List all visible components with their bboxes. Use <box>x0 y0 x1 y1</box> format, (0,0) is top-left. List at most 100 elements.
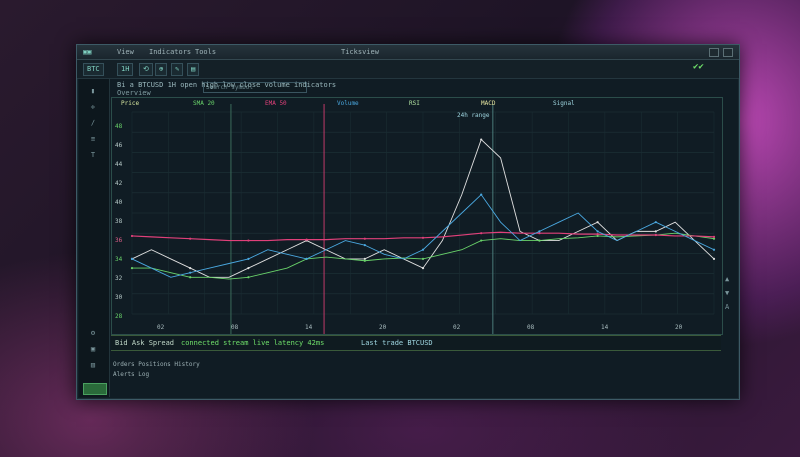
data-point[interactable] <box>130 266 134 270</box>
data-point[interactable] <box>421 257 425 261</box>
connect-button[interactable] <box>83 383 107 395</box>
data-point[interactable] <box>421 248 425 251</box>
timeframe-select[interactable]: 1H <box>117 63 134 76</box>
data-point[interactable] <box>247 266 250 270</box>
y-axis-label: 44 <box>115 161 123 168</box>
y-axis-label: 36 <box>115 237 123 244</box>
data-point[interactable] <box>538 239 541 242</box>
data-point[interactable] <box>189 271 192 274</box>
x-axis-label: 14 <box>305 324 313 331</box>
bottom-tabs-secondary[interactable]: Alerts Log <box>113 371 149 378</box>
data-point[interactable] <box>305 238 308 241</box>
status-bar: Bid Ask Spread connected stream live lat… <box>111 335 721 351</box>
app-logo: ▣▣ <box>83 48 92 56</box>
x-axis-label: 08 <box>231 324 239 331</box>
scale-down-icon[interactable]: ▼ <box>725 289 729 297</box>
legend-item[interactable]: Volume <box>337 100 359 110</box>
data-point[interactable] <box>130 257 134 261</box>
close-icon[interactable] <box>723 48 733 57</box>
menu-item-tools[interactable]: Tools <box>195 45 216 59</box>
x-axis-label: 20 <box>379 324 387 331</box>
minimize-icon[interactable] <box>709 48 719 57</box>
y-axis-label: 46 <box>115 142 123 149</box>
cursor-icon[interactable]: ▮ <box>87 87 99 96</box>
data-point[interactable] <box>421 236 425 239</box>
y-axis-label: 32 <box>115 275 123 282</box>
data-point[interactable] <box>189 266 192 270</box>
window-title: Ticksview <box>341 48 379 56</box>
data-point[interactable] <box>480 193 483 196</box>
data-point[interactable] <box>712 257 716 261</box>
data-point[interactable] <box>305 257 308 261</box>
data-point[interactable] <box>247 276 250 279</box>
x-axis-label: 08 <box>527 324 535 331</box>
left-toolbar: ▮ ✛ ∕ ≡ T ⚙ ▣ ▥ <box>79 79 110 397</box>
settings-icon[interactable]: ⚙ <box>87 329 99 338</box>
data-point[interactable] <box>421 266 425 270</box>
legend-item[interactable]: Price <box>121 100 139 110</box>
y-axis-label: 28 <box>115 313 123 320</box>
zoom-in-icon[interactable]: ⊕ <box>155 63 168 76</box>
text-tool-icon[interactable]: T <box>87 151 99 160</box>
lock-icon[interactable]: ▣ <box>87 345 99 354</box>
data-point[interactable] <box>189 276 192 279</box>
menu-item-view[interactable]: View <box>117 45 134 59</box>
bottom-tabs[interactable]: Orders Positions History <box>113 361 200 368</box>
legend-item[interactable]: RSI <box>409 100 420 110</box>
data-point[interactable] <box>363 259 366 262</box>
data-point[interactable] <box>247 257 250 261</box>
draw-tool-icon[interactable]: ✎ <box>171 63 184 76</box>
data-point[interactable] <box>654 230 657 233</box>
chart-area[interactable] <box>111 97 723 335</box>
menu-item-indicators[interactable]: Indicators <box>149 45 191 59</box>
symbol-field[interactable]: BTC <box>83 63 104 76</box>
data-point[interactable] <box>247 239 250 242</box>
data-point[interactable] <box>480 239 483 242</box>
ok-icon: ✔✔ <box>693 62 704 72</box>
data-point[interactable] <box>130 234 134 238</box>
data-point[interactable] <box>596 221 599 224</box>
y-axis-label: 38 <box>115 218 123 225</box>
overview-label: Overview <box>117 89 151 97</box>
data-point[interactable] <box>189 237 192 240</box>
data-point[interactable] <box>654 233 657 237</box>
trendline-icon[interactable]: ∕ <box>87 119 99 128</box>
crosshair-icon[interactable]: ✛ <box>87 103 99 112</box>
data-point[interactable] <box>538 230 541 233</box>
app-window: ▣▣ View Indicators Tools Ticksview BTC 1… <box>76 44 740 400</box>
x-axis-label: 02 <box>453 324 461 331</box>
data-point[interactable] <box>712 235 716 238</box>
legend-item[interactable]: Signal <box>553 100 575 110</box>
y-axis-label: 42 <box>115 180 123 187</box>
legend-item[interactable]: MACD <box>481 100 495 110</box>
x-axis-label: 02 <box>157 324 165 331</box>
title-bar: ▣▣ View Indicators Tools Ticksview <box>77 45 739 60</box>
data-point[interactable] <box>363 237 366 240</box>
data-point[interactable] <box>712 248 716 251</box>
auto-scale-icon[interactable]: A <box>725 303 729 311</box>
data-point[interactable] <box>363 244 366 247</box>
y-axis-label: 48 <box>115 123 123 130</box>
price-chart[interactable] <box>112 98 722 334</box>
status-connection: connected stream live latency 42ms <box>181 339 325 347</box>
toolbar: BTC 1H ⟲ ⊕ ✎ ▤ Search symbol ✔✔ <box>77 60 739 93</box>
scale-up-icon[interactable]: ▲ <box>725 275 729 283</box>
status-left: Bid Ask Spread <box>115 339 175 347</box>
data-point[interactable] <box>480 232 483 235</box>
status-right: Last trade BTCUSD <box>361 339 433 347</box>
symbol-info: Bi a BTCUSD 1H open high low close volum… <box>117 81 337 89</box>
data-point[interactable] <box>480 138 483 141</box>
x-axis-label: 14 <box>601 324 609 331</box>
refresh-icon[interactable]: ⟲ <box>139 63 153 76</box>
data-point[interactable] <box>596 230 599 233</box>
x-axis-label: 20 <box>675 324 683 331</box>
data-point[interactable] <box>596 233 599 236</box>
layout-icon[interactable]: ▤ <box>187 63 200 76</box>
fib-icon[interactable]: ≡ <box>87 135 99 144</box>
legend-item[interactable]: SMA 20 <box>193 100 215 110</box>
legend-item[interactable]: EMA 50 <box>265 100 287 110</box>
range-label: 24h range <box>457 112 490 119</box>
y-axis-label: 34 <box>115 256 123 263</box>
trash-icon[interactable]: ▥ <box>87 361 99 370</box>
data-point[interactable] <box>654 221 657 224</box>
